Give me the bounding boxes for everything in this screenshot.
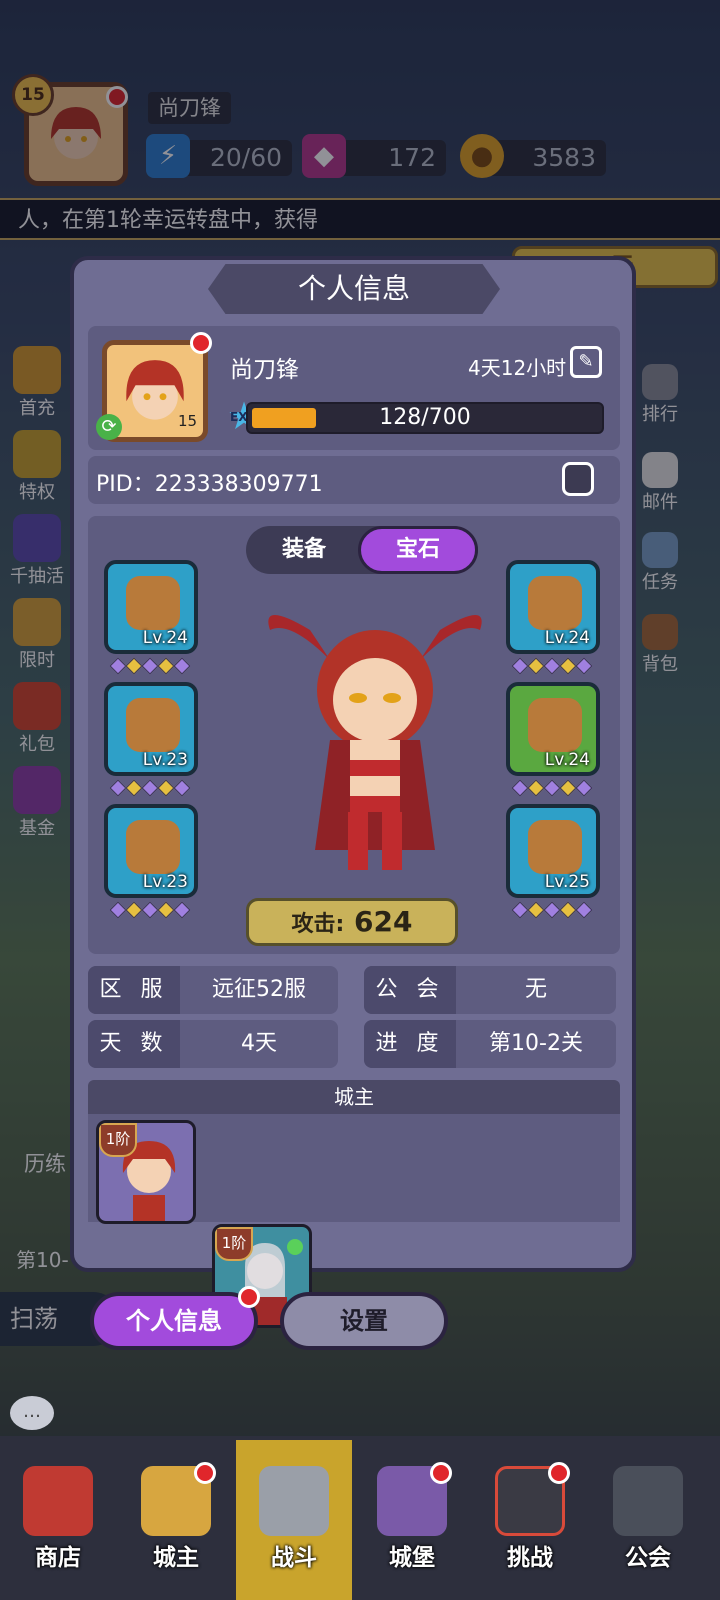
equipment-slot[interactable]: Lv.23 xyxy=(104,804,198,898)
gem-socket-icon xyxy=(575,779,593,797)
staff-icon xyxy=(528,576,582,630)
profile-info-button[interactable]: 个人信息 xyxy=(90,1292,258,1350)
boots-icon xyxy=(126,820,180,874)
armor-icon xyxy=(126,698,180,752)
nav-lord[interactable]: 城主 xyxy=(118,1440,234,1600)
equipment-level: Lv.25 xyxy=(544,872,590,892)
gem-socket-icon xyxy=(173,779,191,797)
gem-socket-row xyxy=(109,657,191,675)
info-days: 天 数 4天 xyxy=(88,1020,338,1068)
crossed-swords-icon xyxy=(259,1466,329,1536)
attack-value: 624 xyxy=(354,905,413,938)
play-time: 4天12小时 xyxy=(468,356,567,380)
gem-socket-icon xyxy=(543,779,561,797)
copy-icon[interactable] xyxy=(562,462,594,496)
tab-equipment[interactable]: 装备 xyxy=(246,526,362,574)
gem-socket-icon xyxy=(511,901,529,919)
gem-socket-row xyxy=(109,779,191,797)
gem-socket-icon xyxy=(575,901,593,919)
equipment-slot[interactable]: Lv.24 xyxy=(506,682,600,776)
avatar-level: 15 xyxy=(178,412,198,430)
gem-socket-icon xyxy=(125,901,143,919)
gem-socket-icon xyxy=(141,779,159,797)
lord-hero-card-1[interactable]: 1阶 xyxy=(96,1120,196,1224)
attack-power-display: 攻击: 624 xyxy=(246,898,458,946)
gem-socket-icon xyxy=(173,901,191,919)
gem-socket-row xyxy=(511,901,593,919)
nav-shop[interactable]: 商店 xyxy=(0,1440,116,1600)
gem-socket-icon xyxy=(109,901,127,919)
equipment-level: Lv.24 xyxy=(544,750,590,770)
hat-icon xyxy=(126,576,180,630)
equipment-level: Lv.24 xyxy=(142,628,188,648)
gem-socket-icon xyxy=(559,779,577,797)
nav-guild[interactable]: 公会 xyxy=(590,1440,706,1600)
gem-socket-icon xyxy=(527,901,545,919)
equipment-slot[interactable]: Lv.25 xyxy=(506,804,600,898)
gem-socket-row xyxy=(511,657,593,675)
gem-socket-icon xyxy=(125,779,143,797)
nav-battle[interactable]: 战斗 xyxy=(236,1440,352,1600)
nav-challenge-red-dot xyxy=(548,1462,570,1484)
rename-edit-icon[interactable]: ✎ xyxy=(570,346,602,378)
gem-socket-icon xyxy=(543,657,561,675)
equipment-slot[interactable]: Lv.24 xyxy=(506,560,600,654)
nav-challenge[interactable]: 挑战 xyxy=(472,1440,588,1600)
info-guild: 公 会无 xyxy=(364,966,616,1014)
gem-socket-icon xyxy=(559,901,577,919)
chat-icon[interactable]: … xyxy=(10,1396,54,1430)
nav-lord-red-dot xyxy=(194,1462,216,1484)
avatar-red-dot xyxy=(190,332,212,354)
gem-socket-icon xyxy=(157,657,175,675)
gem-socket-icon xyxy=(543,901,561,919)
gem-socket-icon xyxy=(109,657,127,675)
equipment-slot[interactable]: Lv.24 xyxy=(104,560,198,654)
attack-label: 攻击: xyxy=(291,912,345,937)
gem-socket-icon xyxy=(157,779,175,797)
equipment-slot[interactable]: Lv.23 xyxy=(104,682,198,776)
shop-icon xyxy=(23,1466,93,1536)
equipment-level: Lv.24 xyxy=(544,628,590,648)
info-progress: 进 度第10-2关 xyxy=(364,1020,616,1068)
gem-socket-row xyxy=(511,779,593,797)
hero-character-figure xyxy=(250,590,500,880)
tab-gem[interactable]: 宝石 xyxy=(358,526,478,574)
refresh-icon[interactable]: ⟳ xyxy=(96,414,122,440)
lord-section-title: 城主 xyxy=(88,1080,620,1114)
gem-socket-icon xyxy=(575,657,593,675)
gem-socket-icon xyxy=(511,657,529,675)
pid-text: PID：223338309771 xyxy=(96,472,323,497)
profile-button-red-dot xyxy=(238,1286,260,1308)
gem-socket-icon xyxy=(141,657,159,675)
ring-icon xyxy=(528,698,582,752)
settings-button[interactable]: 设置 xyxy=(280,1292,448,1350)
necklace-icon xyxy=(528,820,582,874)
hero-rank-badge: 1阶 xyxy=(215,1227,253,1261)
exp-text: 128/700 xyxy=(379,405,471,430)
gem-socket-icon xyxy=(157,901,175,919)
gem-socket-icon xyxy=(527,779,545,797)
gem-socket-icon xyxy=(527,657,545,675)
info-server: 区 服远征52服 xyxy=(88,966,338,1014)
equipment-level: Lv.23 xyxy=(142,750,188,770)
gem-socket-icon xyxy=(559,657,577,675)
nav-castle[interactable]: 城堡 xyxy=(354,1440,470,1600)
equipment-level: Lv.23 xyxy=(142,872,188,892)
nav-castle-red-dot xyxy=(430,1462,452,1484)
gem-socket-icon xyxy=(141,901,159,919)
gem-socket-row xyxy=(109,901,191,919)
hero-rank-badge: 1阶 xyxy=(99,1123,137,1157)
panel-title: 个人信息 xyxy=(208,264,500,314)
gem-socket-icon xyxy=(109,779,127,797)
guild-lock-icon xyxy=(613,1466,683,1536)
gem-socket-icon xyxy=(511,779,529,797)
equip-tab-switch: 装备 宝石 xyxy=(246,526,478,574)
player-name: 尚刀锋 xyxy=(230,357,299,383)
gem-socket-icon xyxy=(125,657,143,675)
gem-socket-icon xyxy=(173,657,191,675)
